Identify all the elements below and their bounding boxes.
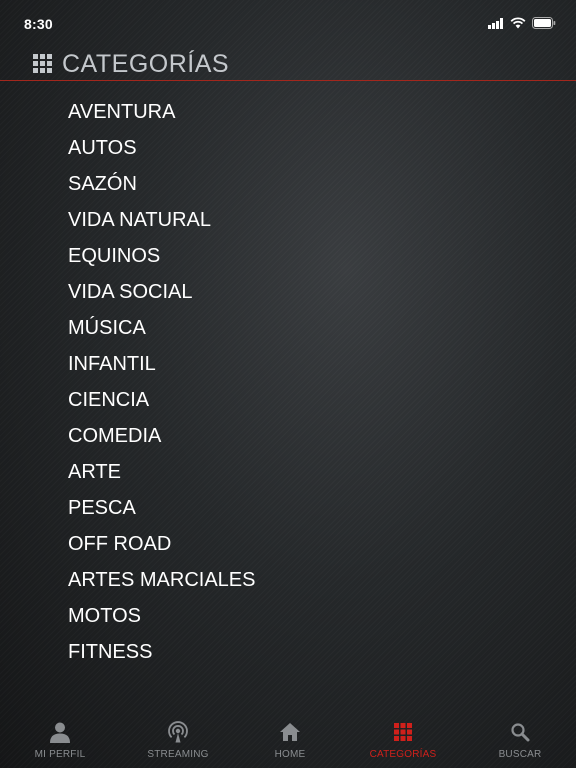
tab-streaming[interactable]: STREAMING — [128, 716, 228, 768]
tab-categorias[interactable]: CATEGORÍAS — [353, 716, 453, 768]
person-icon — [50, 722, 70, 743]
category-item-vida-natural[interactable]: VIDA NATURAL — [68, 202, 255, 238]
tab-label: CATEGORÍAS — [369, 749, 437, 760]
broadcast-icon — [168, 721, 188, 743]
battery-icon — [532, 17, 556, 29]
category-item-fitness[interactable]: FITNESS — [68, 634, 255, 670]
category-item-infantil[interactable]: INFANTIL — [68, 346, 255, 382]
category-item-autos[interactable]: AUTOS — [68, 130, 255, 166]
category-item-vida-social[interactable]: VIDA SOCIAL — [68, 274, 255, 310]
category-item-musica[interactable]: MÚSICA — [68, 310, 255, 346]
page-title: CATEGORÍAS — [62, 50, 230, 78]
category-item-sazon[interactable]: SAZÓN — [68, 166, 255, 202]
category-item-arte[interactable]: ARTE — [68, 454, 255, 490]
tab-mi-perfil[interactable]: MI PERFIL — [10, 716, 110, 768]
wifi-icon — [510, 17, 526, 29]
category-item-pesca[interactable]: PESCA — [68, 490, 255, 526]
category-item-equinos[interactable]: EQUINOS — [68, 238, 255, 274]
tab-label: BUSCAR — [498, 749, 542, 760]
tab-home[interactable]: HOME — [240, 716, 340, 768]
signal-icon — [488, 17, 503, 29]
grid-icon — [33, 54, 52, 73]
status-bar: 8:30 — [0, 0, 576, 46]
tab-buscar[interactable]: BUSCAR — [470, 716, 570, 768]
status-icons — [488, 17, 556, 29]
category-item-motos[interactable]: MOTOS — [68, 598, 255, 634]
category-item-comedia[interactable]: COMEDIA — [68, 418, 255, 454]
category-item-artes-marciales[interactable]: ARTES MARCIALES — [68, 562, 255, 598]
category-item-ciencia[interactable]: CIENCIA — [68, 382, 255, 418]
tab-bar: MI PERFIL STREAMING HOME CATEGORÍAS BUSC… — [0, 716, 576, 768]
tab-label: MI PERFIL — [34, 749, 86, 760]
tab-label: STREAMING — [147, 749, 209, 760]
header: CATEGORÍAS — [0, 46, 576, 81]
category-item-aventura[interactable]: AVENTURA — [68, 94, 255, 130]
category-item-off-road[interactable]: OFF ROAD — [68, 526, 255, 562]
tab-label: HOME — [274, 749, 306, 760]
home-icon — [280, 723, 300, 741]
category-list: AVENTURA AUTOS SAZÓN VIDA NATURAL EQUINO… — [68, 94, 255, 670]
grid-icon — [394, 723, 412, 741]
status-time: 8:30 — [24, 16, 53, 32]
search-icon — [511, 723, 530, 742]
